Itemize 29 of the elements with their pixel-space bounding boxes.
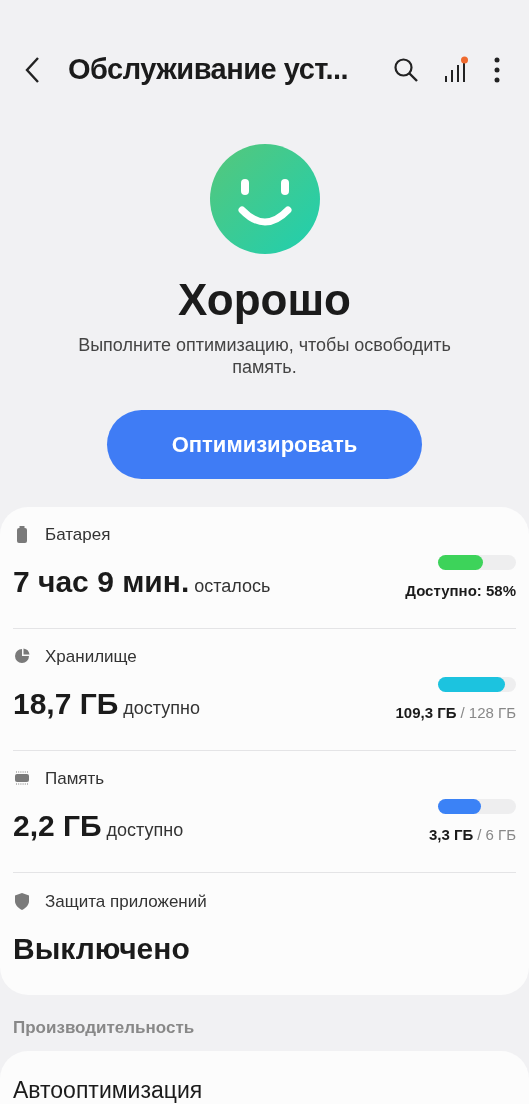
optimize-button[interactable]: Оптимизировать (107, 410, 422, 479)
used-amount: 3,3 ГБ (428, 824, 474, 845)
item-suffix: доступно (106, 819, 184, 842)
shield-icon (15, 892, 29, 910)
page-title: Обслуживание уст... (68, 52, 349, 88)
item-suffix: осталось (194, 575, 271, 598)
used-amount: 109,3 ГБ (395, 702, 457, 723)
item-value: 18,7 ГБ (13, 686, 119, 722)
more-options-button[interactable] (493, 57, 501, 83)
chip-icon (14, 770, 30, 787)
item-value: 2,2 ГБ (13, 808, 102, 844)
pie-chart-icon (14, 648, 30, 665)
battery-icon (16, 525, 28, 543)
total-amount: / 6 ГБ (477, 824, 516, 845)
total-amount: / 128 ГБ (460, 702, 516, 723)
status-description: Выполните оптимизацию, чтобы освободить память. (77, 334, 452, 378)
status-title: Хорошо (178, 274, 351, 326)
item-value: Выключено (13, 931, 190, 967)
section-header: Производительность (12, 1017, 196, 1039)
item-value: 7 час 9 мин. (13, 564, 190, 600)
item-suffix: доступно (123, 697, 200, 720)
smiley-face-icon (209, 144, 320, 254)
item-label: Хранилище (45, 645, 137, 668)
item-label: Защита приложений (45, 890, 207, 913)
item-label: Батарея (45, 523, 111, 546)
item-label: Память (45, 767, 105, 790)
bar-chart-icon[interactable] (443, 56, 469, 84)
battery-reading: Доступно: 58% (405, 580, 516, 601)
setting-title[interactable]: Автооптимизация (13, 1072, 516, 1104)
